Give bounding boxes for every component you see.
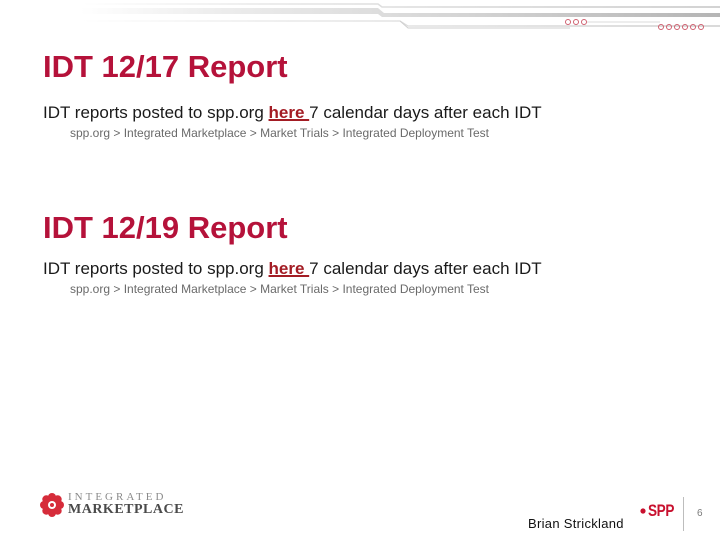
- spp-logo: SPP: [640, 501, 681, 521]
- marketplace-emblem-icon: [40, 492, 64, 517]
- footer-divider: [683, 497, 684, 531]
- spp-logo-text: SPP: [648, 501, 675, 520]
- description-prefix: IDT reports posted to spp.org: [43, 259, 269, 278]
- header-circuit-graphic: [80, 3, 720, 30]
- spp-dot-icon: [640, 508, 646, 514]
- section-title-1219: IDT 12/19 Report: [43, 210, 288, 245]
- breadcrumb-path-1217: spp.org > Integrated Marketplace > Marke…: [70, 126, 489, 140]
- section-title-1217: IDT 12/17 Report: [43, 49, 288, 84]
- description-suffix: 7 calendar days after each IDT: [309, 103, 542, 122]
- integrated-marketplace-logo: INTEGRATED MARKETPLACE: [40, 492, 184, 517]
- description-prefix: IDT reports posted to spp.org: [43, 103, 269, 122]
- report-description-1217: IDT reports posted to spp.org here 7 cal…: [43, 104, 542, 121]
- page-number: 6: [697, 508, 703, 519]
- logo-text-marketplace: MARKETPLACE: [68, 502, 184, 517]
- report-description-1219: IDT reports posted to spp.org here 7 cal…: [43, 260, 542, 277]
- circuit-dots-short: [565, 19, 587, 25]
- description-suffix: 7 calendar days after each IDT: [309, 259, 542, 278]
- presenter-name: Brian Strickland: [528, 516, 624, 531]
- here-link[interactable]: here: [269, 103, 310, 122]
- circuit-dots-long: [658, 24, 704, 30]
- here-link[interactable]: here: [269, 259, 310, 278]
- breadcrumb-path-1219: spp.org > Integrated Marketplace > Marke…: [70, 282, 489, 296]
